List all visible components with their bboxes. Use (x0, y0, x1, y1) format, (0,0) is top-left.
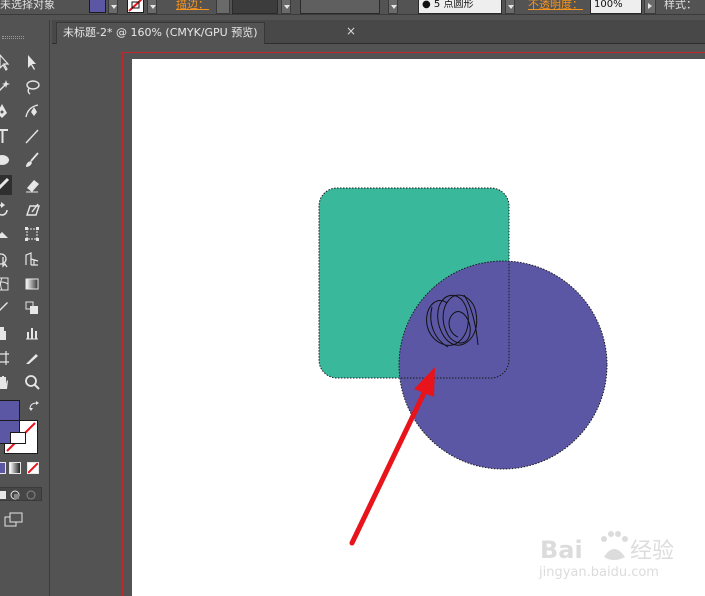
scale-tool-icon[interactable] (22, 200, 42, 220)
stroke-dropdown[interactable] (147, 0, 157, 14)
red-arrow-shaft (349, 390, 427, 546)
opacity-slider-button[interactable] (644, 0, 656, 14)
canvas-area[interactable]: Bai 经验 jingyan.baidu.com (52, 45, 705, 596)
document-tab-bar: 未标题-2* @ 160% (CMYK/GPU 预览) × (52, 20, 705, 44)
brush-name: 5 点圆形 (433, 0, 474, 10)
width-tool-icon[interactable] (0, 224, 12, 244)
control-bar: 未选择对象 描边： ● 5 点圆形 不透明度： 100% 样式： (0, 0, 705, 15)
stroke-inner (10, 432, 26, 444)
swap-fill-stroke-icon[interactable] (28, 400, 40, 412)
shape-builder-tool-icon[interactable] (0, 249, 12, 269)
fill-dropdown[interactable] (108, 0, 118, 14)
stroke-swatch[interactable] (127, 0, 144, 13)
style-label: 样式： (664, 0, 697, 11)
lasso-tool-icon[interactable] (22, 77, 42, 97)
document-tab[interactable]: 未标题-2* @ 160% (CMYK/GPU 预览) (56, 22, 265, 44)
gradient-mode-button[interactable] (9, 462, 21, 474)
direct-selection-tool-icon[interactable] (0, 52, 12, 72)
column-graph-tool-icon[interactable] (22, 323, 42, 343)
watermark-logo-suffix: 经验 (630, 539, 674, 564)
chevron-right-icon (648, 3, 652, 9)
eraser-tool-icon[interactable] (22, 175, 42, 195)
purple-circle[interactable] (399, 261, 607, 469)
free-transform-tool-icon[interactable] (22, 224, 42, 244)
zoom-tool-icon[interactable] (22, 372, 42, 392)
rotate-tool-icon[interactable] (0, 200, 12, 220)
mesh-tool-icon[interactable] (0, 274, 12, 294)
no-stroke-icon (128, 0, 143, 12)
toolbox (0, 20, 50, 596)
curvature-tool-icon[interactable] (22, 101, 42, 121)
fill-swatch[interactable] (89, 0, 106, 13)
baidu-watermark: Bai 经验 jingyan.baidu.com (538, 531, 674, 580)
stroke-weight-field[interactable] (232, 0, 278, 14)
brush-dot: ● (422, 0, 431, 10)
ellipse-tool-icon[interactable] (0, 150, 12, 170)
variable-width-profile[interactable] (300, 0, 380, 14)
document-tab-title: 未标题-2* @ 160% (CMYK/GPU 预览) (63, 26, 258, 39)
screen-mode-icon[interactable] (4, 512, 24, 528)
toolbox-grip[interactable] (2, 36, 24, 39)
draw-mode-bar (0, 487, 42, 501)
opacity-label[interactable]: 不透明度： (528, 0, 583, 14)
brush-dropdown[interactable] (505, 0, 515, 14)
close-tab-icon[interactable]: × (344, 24, 358, 38)
eyedropper-tool-icon[interactable] (0, 298, 12, 318)
magic-wand-tool-icon[interactable] (0, 77, 12, 97)
line-segment-tool-icon[interactable] (22, 126, 42, 146)
color-mode-button[interactable] (0, 462, 6, 474)
type-tool-icon[interactable] (0, 126, 12, 146)
stroke-label[interactable]: 描边： (176, 0, 209, 14)
draw-mode-icons[interactable] (0, 488, 43, 502)
shaper-tool-icon[interactable] (0, 175, 12, 195)
none-mode-button[interactable] (27, 462, 39, 474)
selection-status: 未选择对象 (0, 0, 55, 11)
artwork: Bai 经验 jingyan.baidu.com (318, 187, 674, 580)
paintbrush-tool-icon[interactable] (22, 150, 42, 170)
paw-icon (601, 531, 628, 560)
hand-tool-icon[interactable] (0, 372, 12, 392)
pen-tool-icon[interactable] (0, 101, 12, 121)
selection-tool-icon[interactable] (22, 52, 42, 72)
blend-tool-icon[interactable] (22, 298, 42, 318)
none-slash-icon (27, 462, 39, 474)
stroke-weight-stepper[interactable] (216, 0, 230, 14)
symbol-sprayer-tool-icon[interactable] (0, 323, 12, 343)
slice-tool-icon[interactable] (22, 348, 42, 368)
brush-definition[interactable]: ● 5 点圆形 (418, 0, 502, 14)
gradient-tool-icon[interactable] (22, 274, 42, 294)
artboard-tool-icon[interactable] (0, 348, 12, 368)
perspective-grid-tool-icon[interactable] (22, 249, 42, 269)
opacity-field[interactable]: 100% (590, 0, 642, 14)
watermark-logo: Bai (540, 536, 583, 564)
stroke-weight-dropdown[interactable] (281, 0, 291, 14)
watermark-url: jingyan.baidu.com (538, 565, 659, 580)
profile-dropdown[interactable] (388, 0, 398, 14)
